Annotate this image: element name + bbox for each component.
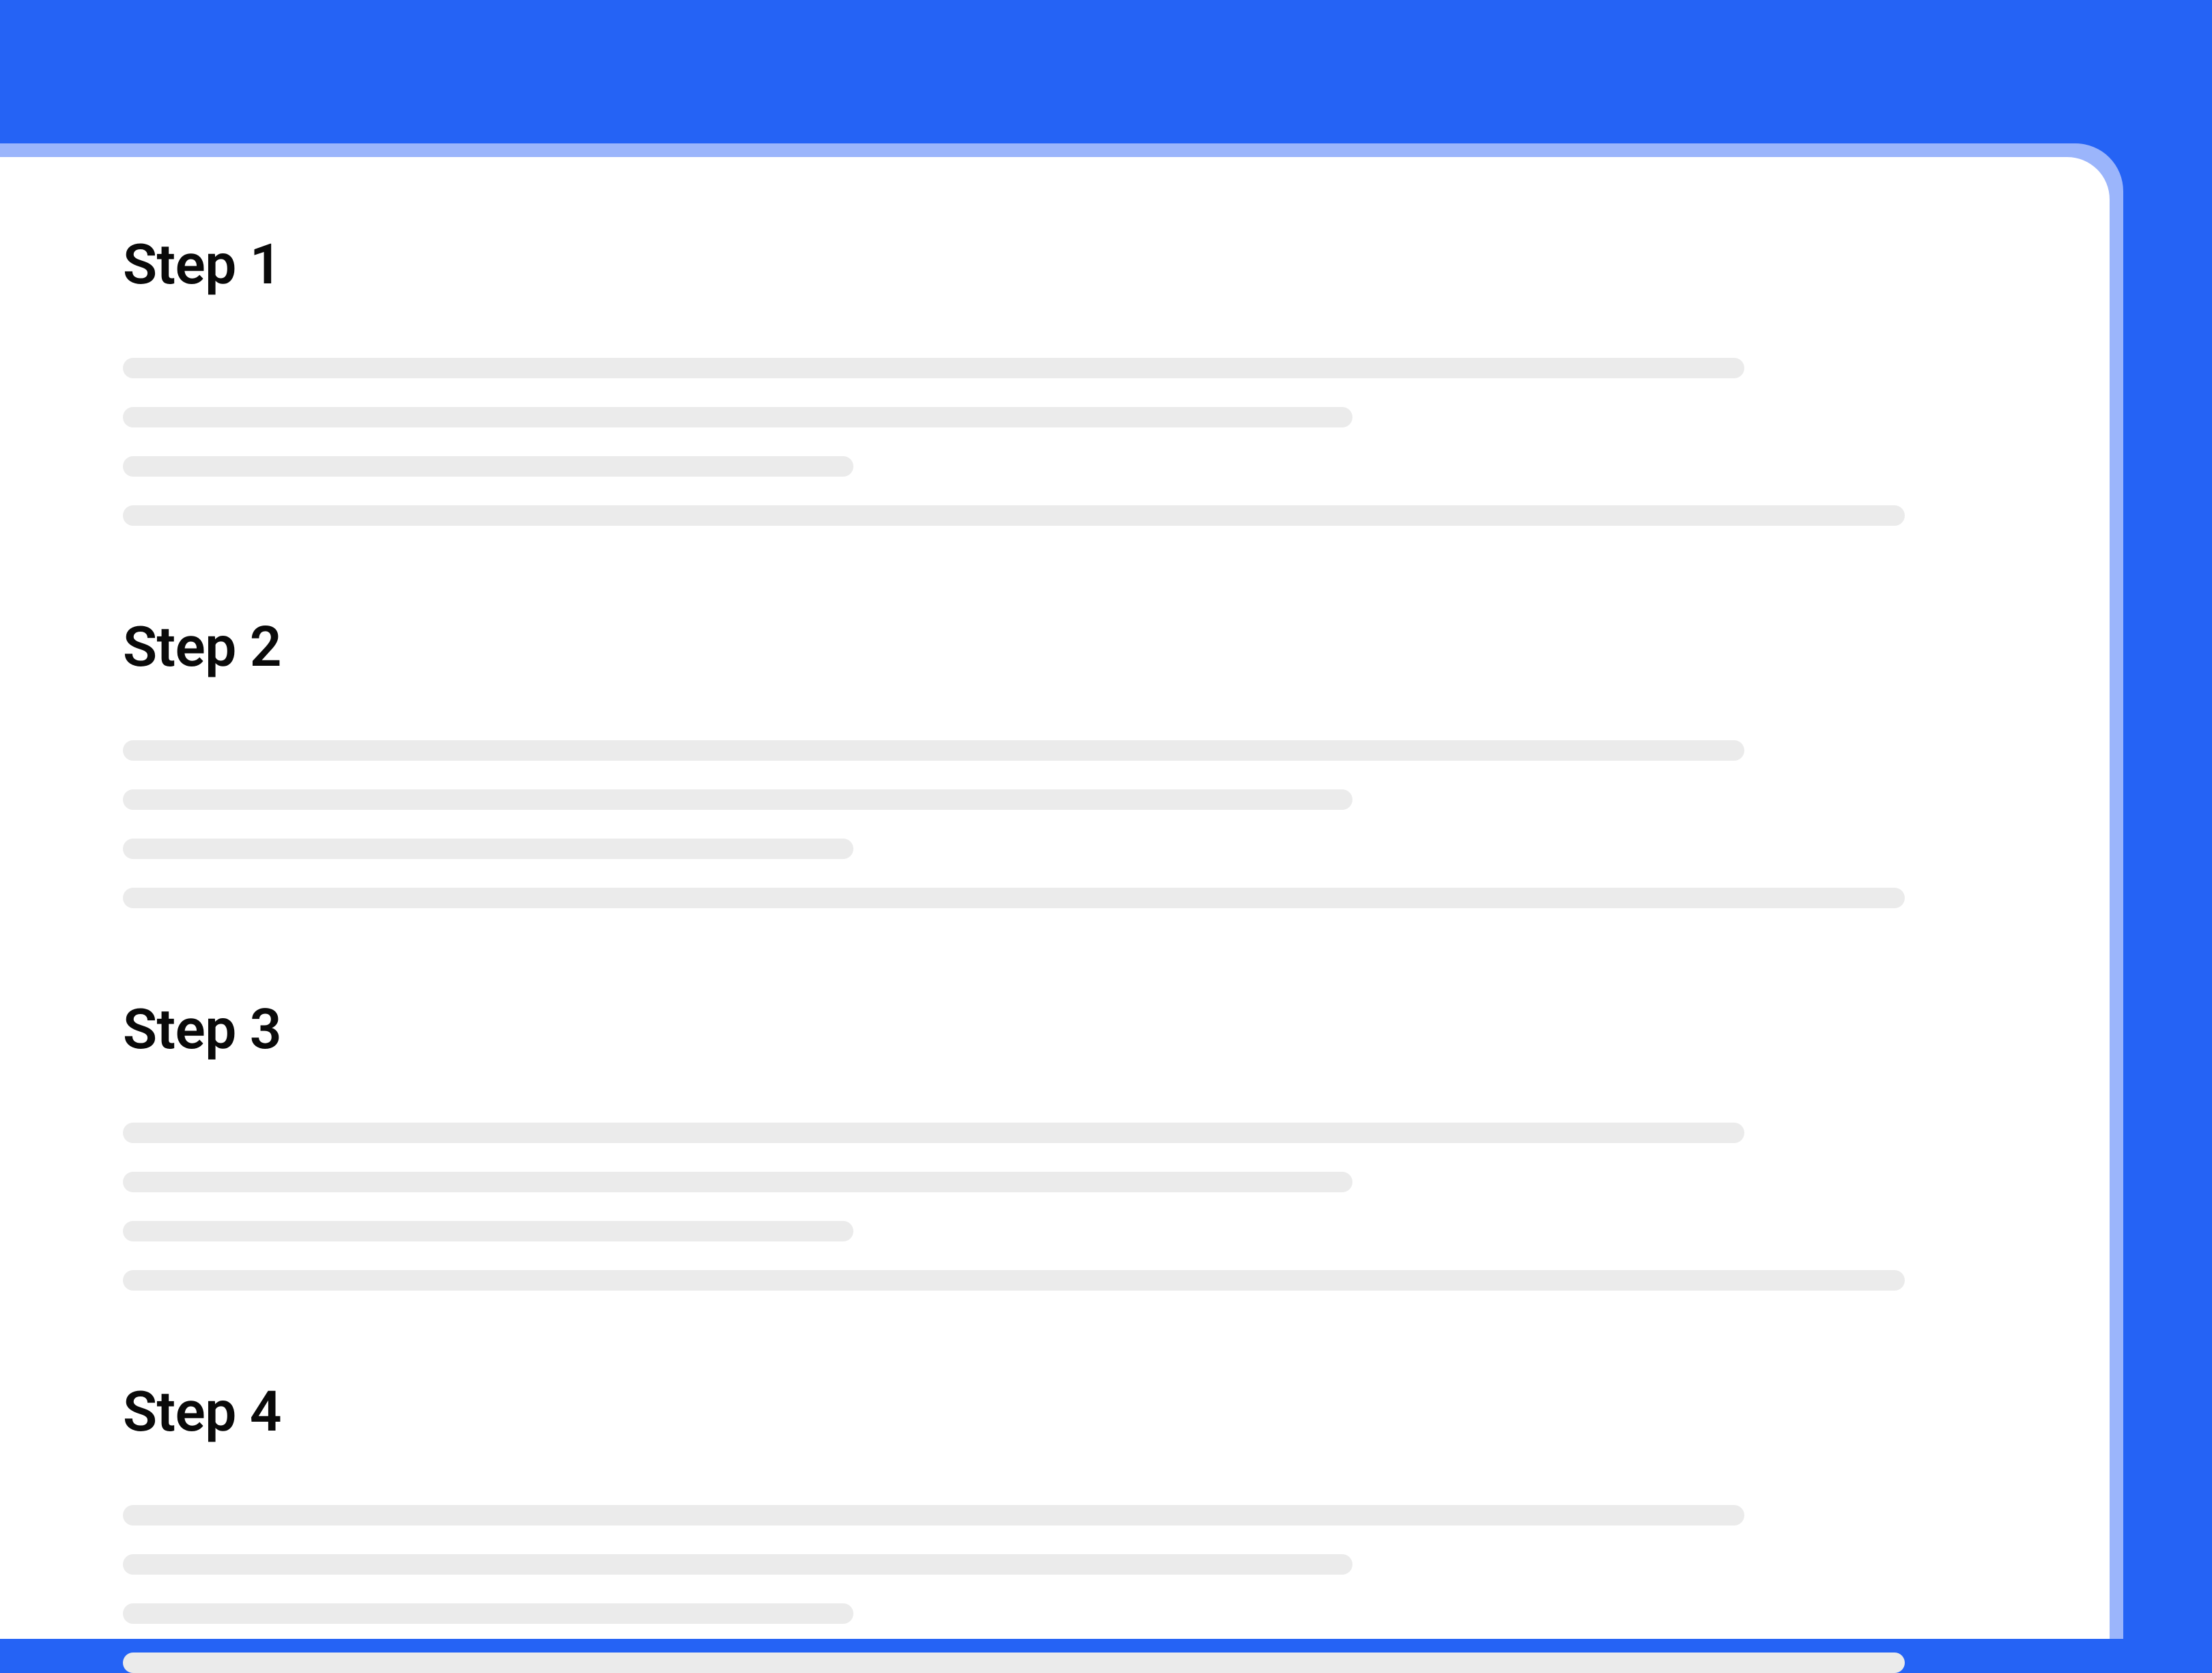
placeholder-line: [123, 789, 1352, 810]
content-card: Step 1 Step 2 Step 3: [0, 157, 2110, 1639]
placeholder-line: [123, 1554, 1352, 1575]
placeholder-line: [123, 456, 853, 477]
step-title-4: Step 4: [123, 1379, 1905, 1445]
step-block-3: Step 3: [123, 997, 1905, 1291]
step-block-2: Step 2: [123, 615, 1905, 908]
placeholder-text-block: [123, 1505, 1905, 1673]
placeholder-line: [123, 1221, 853, 1241]
placeholder-line: [123, 1123, 1744, 1143]
placeholder-text-block: [123, 740, 1905, 908]
placeholder-line: [123, 839, 853, 859]
step-block-4: Step 4: [123, 1379, 1905, 1673]
step-title-1: Step 1: [123, 232, 1905, 298]
placeholder-line: [123, 888, 1905, 908]
placeholder-line: [123, 740, 1744, 761]
step-block-1: Step 1: [123, 232, 1905, 526]
placeholder-line: [123, 1653, 1905, 1673]
placeholder-line: [123, 1270, 1905, 1291]
placeholder-line: [123, 1172, 1352, 1192]
placeholder-line: [123, 358, 1744, 378]
placeholder-line: [123, 505, 1905, 526]
placeholder-line: [123, 1603, 853, 1624]
step-title-2: Step 2: [123, 615, 1905, 680]
card-outer-border: Step 1 Step 2 Step 3: [0, 143, 2123, 1639]
placeholder-text-block: [123, 358, 1905, 526]
step-title-3: Step 3: [123, 997, 1905, 1063]
placeholder-line: [123, 1505, 1744, 1526]
placeholder-line: [123, 407, 1352, 427]
placeholder-text-block: [123, 1123, 1905, 1291]
